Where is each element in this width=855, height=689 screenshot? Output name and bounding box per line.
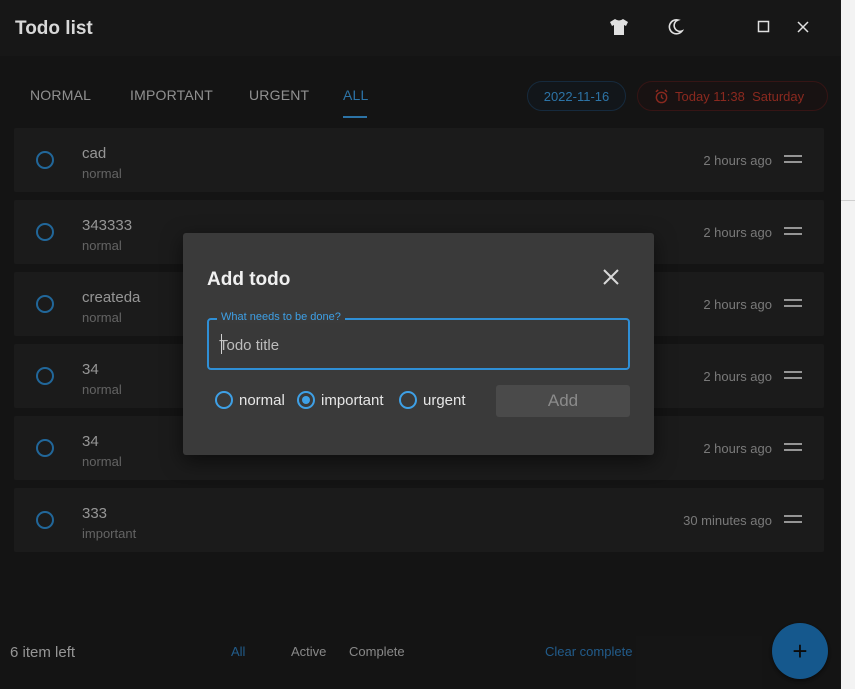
window-close-button[interactable] [787,12,819,42]
option-normal[interactable]: normal [215,391,285,409]
todo-title-field: What needs to be done? [207,311,630,370]
radio-important[interactable] [297,391,315,409]
theme-shirt-button[interactable] [603,12,635,42]
radio-urgent[interactable] [399,391,417,409]
option-urgent[interactable]: urgent [399,391,466,409]
add-todo-dialog: Add todo What needs to be done? normal i… [183,233,654,455]
close-icon [603,269,619,285]
divider [841,200,855,201]
todo-app-window: Todo list NORMAL IMPORTANT URGENT ALL 20… [0,0,841,689]
option-label: urgent [423,391,466,409]
field-label: What needs to be done? [217,311,345,323]
title-bar: Todo list [0,0,841,56]
moon-icon [668,19,684,35]
text-caret [221,334,222,354]
option-label: important [321,391,384,409]
dialog-close-button[interactable] [599,265,623,289]
todo-title-input[interactable] [219,333,614,357]
option-important[interactable]: important [297,391,384,409]
dark-mode-button[interactable] [660,12,692,42]
app-title: Todo list [15,18,93,39]
shirt-icon [610,19,628,35]
maximize-icon [757,20,770,33]
maximize-button[interactable] [748,12,780,42]
dialog-title: Add todo [207,269,291,290]
add-button[interactable]: Add [496,385,630,417]
radio-normal[interactable] [215,391,233,409]
background-window-edge [841,0,855,689]
close-icon [797,21,809,33]
option-label: normal [239,391,285,409]
